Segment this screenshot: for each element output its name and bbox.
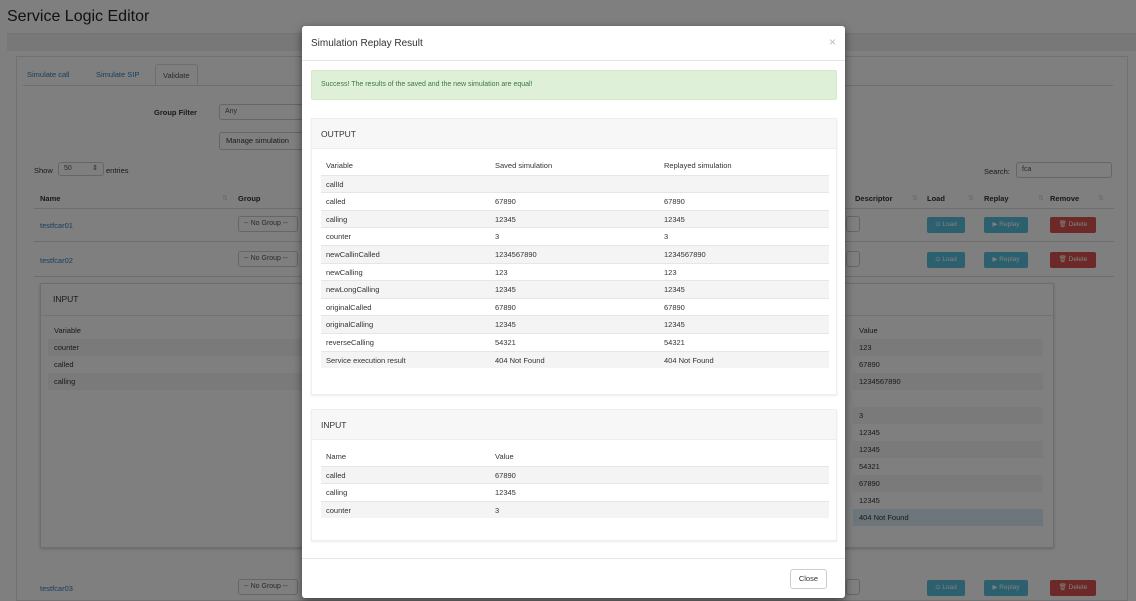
output-header-row: Variable Saved simulation Replayed simul… [321, 157, 829, 175]
success-alert: Success! The results of the saved and th… [311, 70, 837, 100]
cell-variable: originalCalled [326, 302, 372, 312]
cell-variable: originalCalling [326, 320, 374, 330]
input-title: INPUT [312, 410, 836, 440]
col-saved: Saved simulation [495, 161, 553, 170]
output-title: OUTPUT [312, 119, 836, 149]
col-replayed: Replayed simulation [664, 161, 732, 170]
output-row: newLongCalling 12345 12345 [321, 280, 829, 298]
output-row: reverseCalling 54321 54321 [321, 332, 829, 351]
cell-replayed: 12345 [664, 285, 685, 295]
cell-replayed: 67890 [664, 197, 685, 207]
cell-saved: 67890 [495, 302, 516, 312]
output-row: newCallinCalled 1234567890 1234567890 [321, 244, 829, 263]
input-table: Name Value called 67890 calling 12345 co… [321, 448, 829, 519]
cell-saved: 3 [495, 232, 500, 242]
output-row: originalCalling 12345 12345 [321, 315, 829, 333]
output-row: calling 12345 12345 [321, 209, 829, 228]
replay-result-modal: Simulation Replay Result × Success! The … [302, 26, 845, 598]
col-value: Value [495, 452, 514, 461]
cell-name: called [326, 470, 346, 480]
cell-saved: 12345 [495, 285, 516, 295]
cell-saved: 404 Not Found [495, 355, 545, 365]
close-icon[interactable]: × [829, 35, 836, 49]
cell-name: calling [326, 488, 348, 498]
cell-variable: calling [326, 214, 348, 224]
output-row: originalCalled 67890 67890 [321, 297, 829, 316]
modal-header: Simulation Replay Result × [302, 26, 845, 61]
cell-variable: callId [326, 179, 344, 189]
cell-variable: called [326, 197, 346, 207]
cell-saved: 1234567890 [495, 249, 537, 259]
cell-value: 67890 [495, 470, 516, 480]
cell-name: counter [326, 505, 352, 515]
input-section: INPUT Name Value called 67890 calling 12… [311, 409, 837, 541]
cell-saved: 123 [495, 267, 508, 277]
cell-variable: reverseCalling [326, 337, 374, 347]
cell-saved: 54321 [495, 337, 516, 347]
cell-variable: newLongCalling [326, 285, 380, 295]
cell-replayed: 1234567890 [664, 249, 706, 259]
cell-replayed: 12345 [664, 214, 685, 224]
cell-saved: 12345 [495, 214, 516, 224]
output-section: OUTPUT Variable Saved simulation Replaye… [311, 118, 837, 395]
cell-variable: Service execution result [326, 355, 406, 365]
output-table: Variable Saved simulation Replayed simul… [321, 157, 829, 369]
col-variable: Variable [326, 161, 353, 170]
output-row: counter 3 3 [321, 227, 829, 245]
cell-value: 12345 [495, 488, 516, 498]
cell-variable: newCallinCalled [326, 249, 380, 259]
cell-replayed: 3 [664, 232, 669, 242]
cell-replayed: 404 Not Found [664, 355, 714, 365]
cell-variable: counter [326, 232, 352, 242]
output-row: newCalling 123 123 [321, 262, 829, 281]
output-row: Service execution result 404 Not Found 4… [321, 350, 829, 369]
close-button[interactable]: Close [789, 569, 827, 589]
cell-replayed: 67890 [664, 302, 685, 312]
input-header-row: Name Value [321, 448, 829, 466]
output-row: called 67890 67890 [321, 192, 829, 210]
output-row: callId [321, 174, 829, 193]
cell-value: 3 [495, 505, 500, 515]
input-row: calling 12345 [321, 483, 829, 501]
cell-replayed: 123 [664, 267, 677, 277]
cell-replayed: 12345 [664, 320, 685, 330]
cell-variable: newCalling [326, 267, 363, 277]
col-name: Name [326, 452, 347, 461]
cell-saved: 12345 [495, 320, 516, 330]
modal-footer: Close [302, 558, 845, 598]
cell-replayed: 54321 [664, 337, 685, 347]
modal-title: Simulation Replay Result [311, 38, 423, 49]
input-row: called 67890 [321, 465, 829, 484]
cell-saved: 67890 [495, 197, 516, 207]
input-row: counter 3 [321, 500, 829, 519]
